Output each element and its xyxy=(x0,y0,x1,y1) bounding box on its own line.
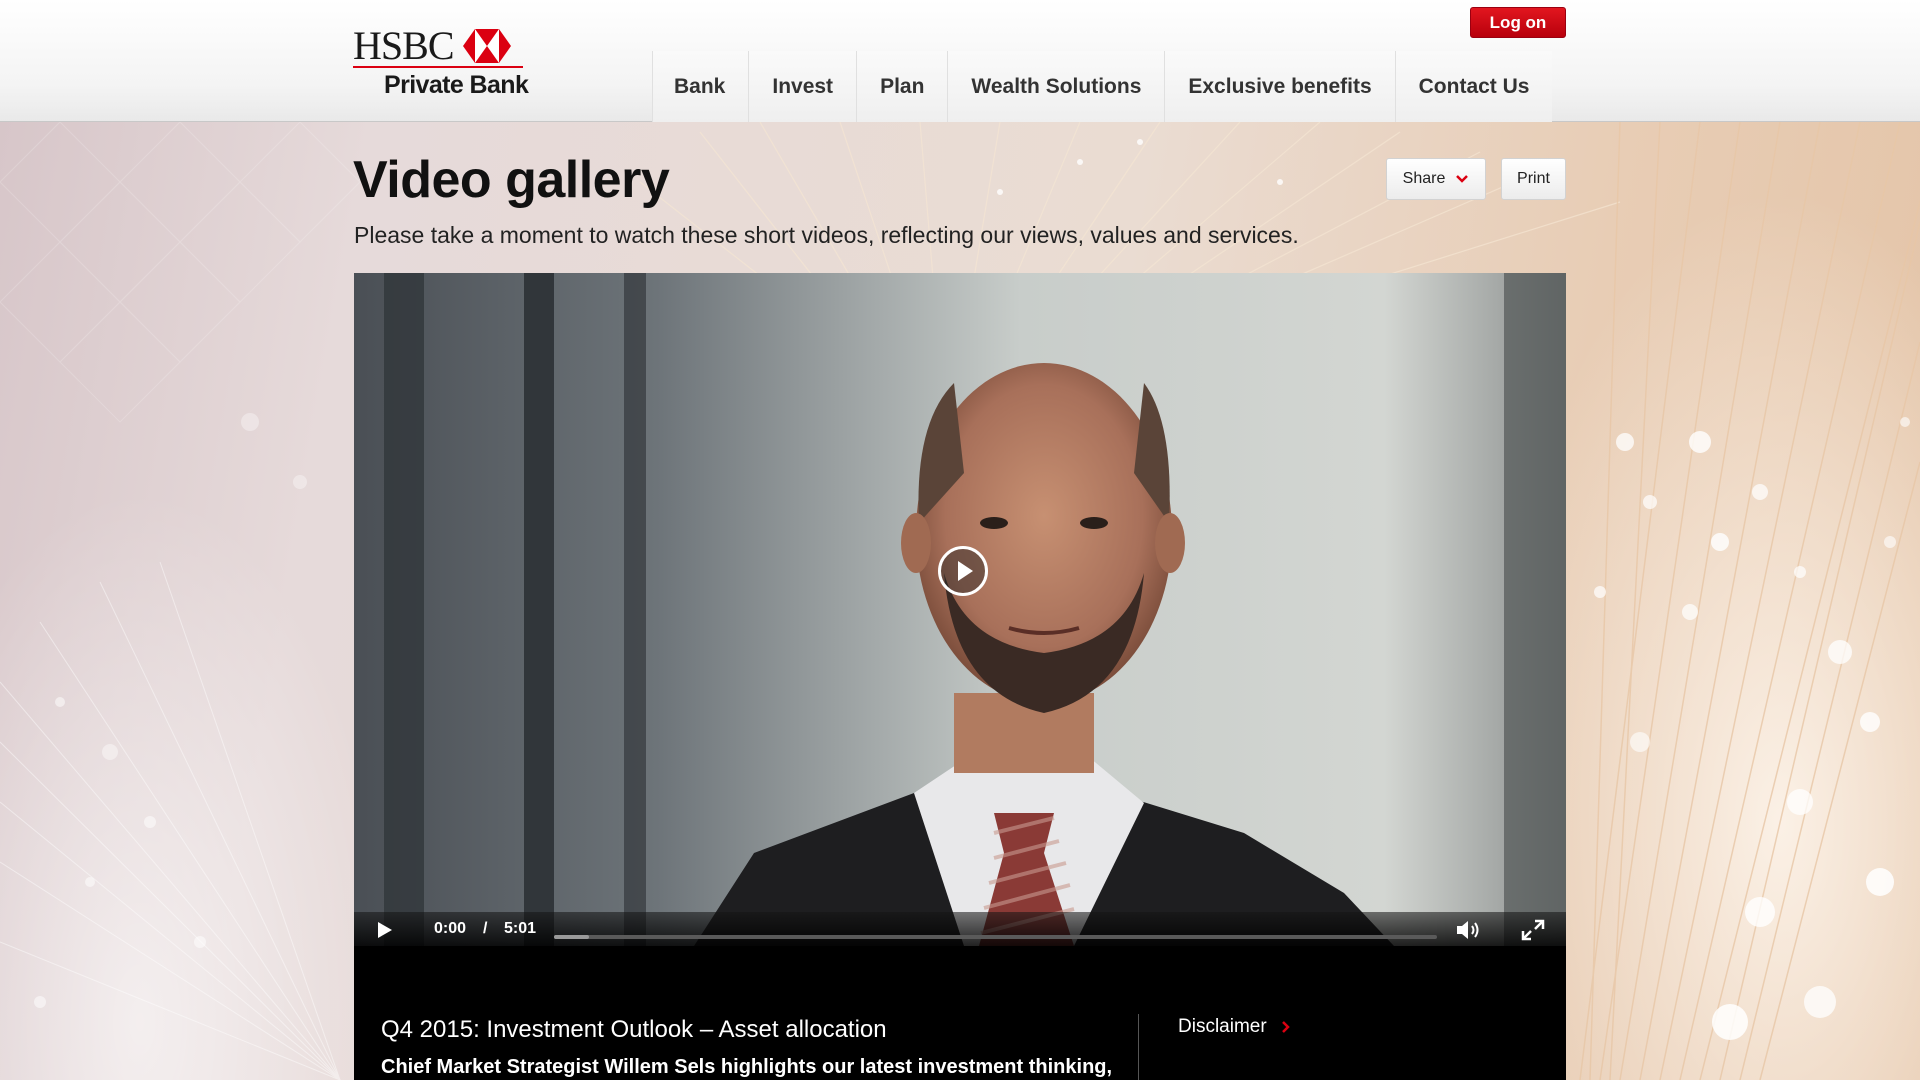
print-button[interactable]: Print xyxy=(1501,158,1566,200)
logo-rule xyxy=(353,66,523,68)
video-info-panel: Q4 2015: Investment Outlook – Asset allo… xyxy=(354,946,1566,1080)
page-title: Video gallery xyxy=(353,151,670,209)
main-nav: Bank Invest Plan Wealth Solutions Exclus… xyxy=(652,51,1553,122)
chevron-right-icon xyxy=(1281,1021,1290,1033)
nav-item-plan[interactable]: Plan xyxy=(856,51,948,122)
video-controls: 0:00 / 5:01 xyxy=(354,912,1566,946)
nav-item-wealth-solutions[interactable]: Wealth Solutions xyxy=(947,51,1165,122)
share-button[interactable]: Share xyxy=(1386,158,1486,200)
buffer-bar xyxy=(554,935,590,939)
nav-item-bank[interactable]: Bank xyxy=(652,51,749,122)
current-time: 0:00 xyxy=(434,920,467,937)
info-divider xyxy=(1138,1014,1139,1080)
time-separator: / xyxy=(483,920,488,937)
share-label: Share xyxy=(1402,170,1446,187)
video-title: Q4 2015: Investment Outlook – Asset allo… xyxy=(381,1016,887,1043)
nav-item-exclusive-benefits[interactable]: Exclusive benefits xyxy=(1164,51,1395,122)
fullscreen-icon[interactable] xyxy=(1521,919,1545,941)
hsbc-hexagon-icon xyxy=(463,29,511,63)
play-overlay-icon[interactable] xyxy=(938,546,988,596)
seek-bar[interactable] xyxy=(554,935,1437,939)
nav-item-contact-us[interactable]: Contact Us xyxy=(1394,51,1553,122)
log-on-button[interactable]: Log on xyxy=(1470,7,1566,38)
page-subtitle: Please take a moment to watch these shor… xyxy=(354,222,1299,248)
disclaimer-label: Disclaimer xyxy=(1178,1016,1267,1037)
nav-item-invest[interactable]: Invest xyxy=(748,51,857,122)
logo-wordmark: HSBC xyxy=(353,23,454,68)
site-header: HSBC Private Bank Log on Bank Invest Pla… xyxy=(0,0,1920,122)
video-player[interactable]: 0:00 / 5:01 xyxy=(354,273,1566,946)
play-icon[interactable] xyxy=(378,922,392,938)
hsbc-private-bank-logo[interactable]: HSBC Private Bank xyxy=(353,26,533,100)
volume-icon[interactable] xyxy=(1455,919,1483,941)
disclaimer-link[interactable]: Disclaimer xyxy=(1178,1016,1291,1038)
logo-division: Private Bank xyxy=(384,71,529,99)
video-description: Chief Market Strategist Willem Sels high… xyxy=(381,1056,1113,1078)
duration: 5:01 xyxy=(504,920,537,937)
chevron-down-icon xyxy=(1456,175,1469,183)
